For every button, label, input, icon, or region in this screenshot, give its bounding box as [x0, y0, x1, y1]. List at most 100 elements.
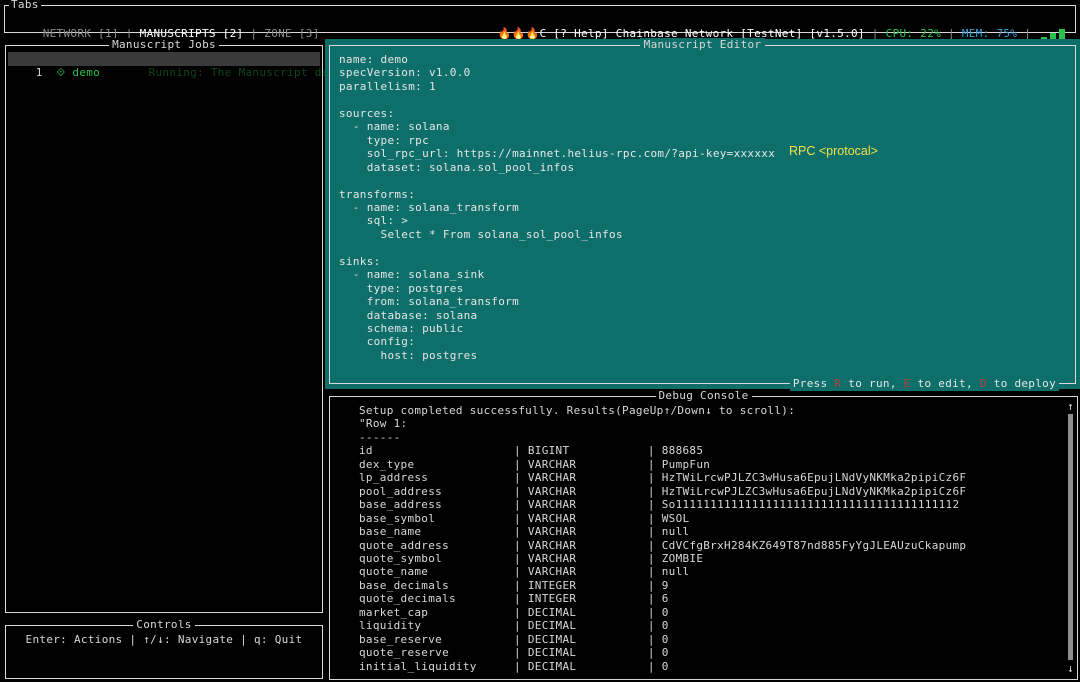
debug-output: Setup completed successfully. Results(Pa…	[359, 404, 966, 673]
debug-line: Setup completed successfully. Results(Pa…	[359, 404, 796, 417]
column-name: base_name	[359, 525, 422, 539]
jobs-title: Manuscript Jobs	[109, 38, 219, 51]
scroll-up-icon[interactable]: ↑	[1067, 401, 1074, 413]
column-name: pool_address	[359, 484, 443, 498]
debug-title: Debug Console	[655, 389, 752, 402]
column-type: VARCHAR	[527, 511, 577, 525]
job-row[interactable]: 1 ⟐ demo Running: The Manuscript demo	[8, 52, 342, 79]
column-type: DECIMAL	[527, 646, 577, 660]
job-name: demo	[72, 66, 101, 79]
manuscript-editor[interactable]: Manuscript Editor name: demo specVersion:…	[329, 38, 1076, 391]
column-value: null	[661, 565, 690, 579]
column-value: ZOMBIE	[661, 551, 704, 565]
column-type: BIGINT	[527, 444, 570, 458]
column-type: DECIMAL	[527, 605, 577, 619]
column-name: base_reserve	[359, 632, 443, 646]
editor-line: - name: solana_transform	[339, 200, 519, 214]
controls-panel: Controls Enter: Actions | ↑/↓: Navigate …	[5, 618, 323, 679]
column-name: quote_symbol	[359, 551, 443, 565]
debug-row: quote_symbol | VARCHAR | ZOMBIE	[359, 551, 704, 565]
column-type: VARCHAR	[527, 525, 577, 539]
editor-line: from: solana_transform	[339, 295, 519, 309]
debug-row: id | BIGINT | 888685	[359, 444, 704, 458]
column-type: VARCHAR	[527, 538, 577, 552]
column-name: base_symbol	[359, 511, 436, 525]
column-value: 9	[661, 578, 669, 592]
column-value: null	[661, 525, 690, 539]
column-value: HzTWiLrcwPJLZC3wHusa6EpujLNdVyNKMka2pipi…	[661, 484, 967, 498]
column-name: initial_liquidity	[359, 659, 477, 673]
column-value: 0	[661, 619, 669, 633]
column-type: INTEGER	[527, 578, 577, 592]
editor-content[interactable]: name: demo specVersion: v1.0.0 parallelism…	[339, 53, 775, 362]
column-value: 0	[661, 646, 669, 660]
editor-line: name: demo	[339, 53, 409, 66]
debug-row: lp_address | VARCHAR | HzTWiLrcwPJLZC3wHus…	[359, 471, 967, 485]
column-name: base_decimals	[359, 578, 449, 592]
column-value: HzTWiLrcwPJLZC3wHusa6EpujLNdVyNKMka2pipi…	[661, 471, 967, 485]
editor-line: sinks:	[339, 254, 381, 268]
editor-line: type: rpc	[339, 133, 429, 147]
debug-row: initial_liquidity | DECIMAL | 0	[359, 659, 669, 673]
column-type: VARCHAR	[527, 498, 577, 512]
column-name: quote_name	[359, 565, 429, 579]
column-name: id	[359, 444, 373, 458]
debug-line: "Row 1:	[359, 417, 408, 431]
editor-line: Select * From solana_sol_pool_infos	[339, 227, 623, 241]
editor-line: dataset: solana.sol_pool_infos	[339, 160, 575, 174]
column-value: WSOL	[661, 511, 690, 525]
job-status-icon: ⟐	[56, 66, 66, 79]
tabs-title: Tabs	[9, 0, 41, 11]
column-type: DECIMAL	[527, 619, 577, 633]
editor-line: specVersion: v1.0.0	[339, 66, 471, 80]
column-value: 0	[661, 605, 669, 619]
debug-row: dex_type | VARCHAR | PumpFun	[359, 457, 711, 471]
debug-console[interactable]: Debug Console Setup completed successful…	[329, 389, 1078, 680]
debug-row: quote_address | VARCHAR | CdVCfgBrxH284KZ6…	[359, 538, 967, 552]
editor-line: host: postgres	[339, 348, 478, 362]
editor-title: Manuscript Editor	[639, 38, 766, 51]
editor-line: - name: solana_sink	[339, 268, 485, 282]
column-value: So11111111111111111111111111111111111111…	[661, 498, 960, 512]
column-name: market_cap	[359, 605, 429, 619]
controls-title: Controls	[133, 618, 195, 631]
debug-line: ------	[359, 430, 401, 444]
scroll-down-icon[interactable]: ↓	[1067, 663, 1074, 675]
editor-line: schema: public	[339, 322, 464, 336]
editor-line: transforms:	[339, 187, 416, 201]
column-type: VARCHAR	[527, 551, 577, 565]
editor-line: database: solana	[339, 308, 478, 322]
debug-row: market_cap | DECIMAL | 0	[359, 605, 669, 619]
debug-scrollbar[interactable]	[1068, 414, 1073, 660]
column-type: DECIMAL	[527, 632, 577, 646]
job-status: Running: The Manuscript demo	[148, 66, 343, 79]
column-type: DECIMAL	[527, 659, 577, 673]
column-value: 888685	[661, 444, 704, 458]
column-name: quote_decimals	[359, 592, 456, 606]
column-name: dex_type	[359, 457, 415, 471]
debug-row: quote_name | VARCHAR | null	[359, 565, 690, 579]
tabs-bar: Tabs NETWORK [1] | MANUSCRIPTS [2] | ZON…	[4, 0, 1076, 41]
editor-line: parallelism: 1	[339, 79, 436, 93]
editor-line: sol_rpc_url: https://mainnet.helius-rpc.…	[339, 147, 776, 161]
column-name: liquidity	[359, 619, 422, 633]
debug-row: base_address | VARCHAR | So111111111111111…	[359, 498, 960, 512]
editor-line: config:	[339, 335, 416, 349]
column-value: 6	[661, 592, 669, 606]
column-name: base_address	[359, 498, 443, 512]
manuscript-jobs-panel: Manuscript Jobs 1 ⟐ demo Running: The Ma…	[5, 38, 342, 613]
column-type: VARCHAR	[527, 565, 577, 579]
column-type: VARCHAR	[527, 471, 577, 485]
column-name: quote_reserve	[359, 646, 449, 660]
column-value: PumpFun	[661, 457, 711, 471]
debug-row: base_decimals | INTEGER | 9	[359, 578, 669, 592]
debug-row: pool_address | VARCHAR | HzTWiLrcwPJLZC3wH…	[359, 484, 967, 498]
debug-row: base_reserve | DECIMAL | 0	[359, 632, 669, 646]
column-value: 0	[661, 659, 669, 673]
debug-row: quote_decimals | INTEGER | 6	[359, 592, 669, 606]
column-name: lp_address	[359, 471, 429, 485]
job-index: 1	[35, 66, 43, 79]
column-value: 0	[661, 632, 669, 646]
